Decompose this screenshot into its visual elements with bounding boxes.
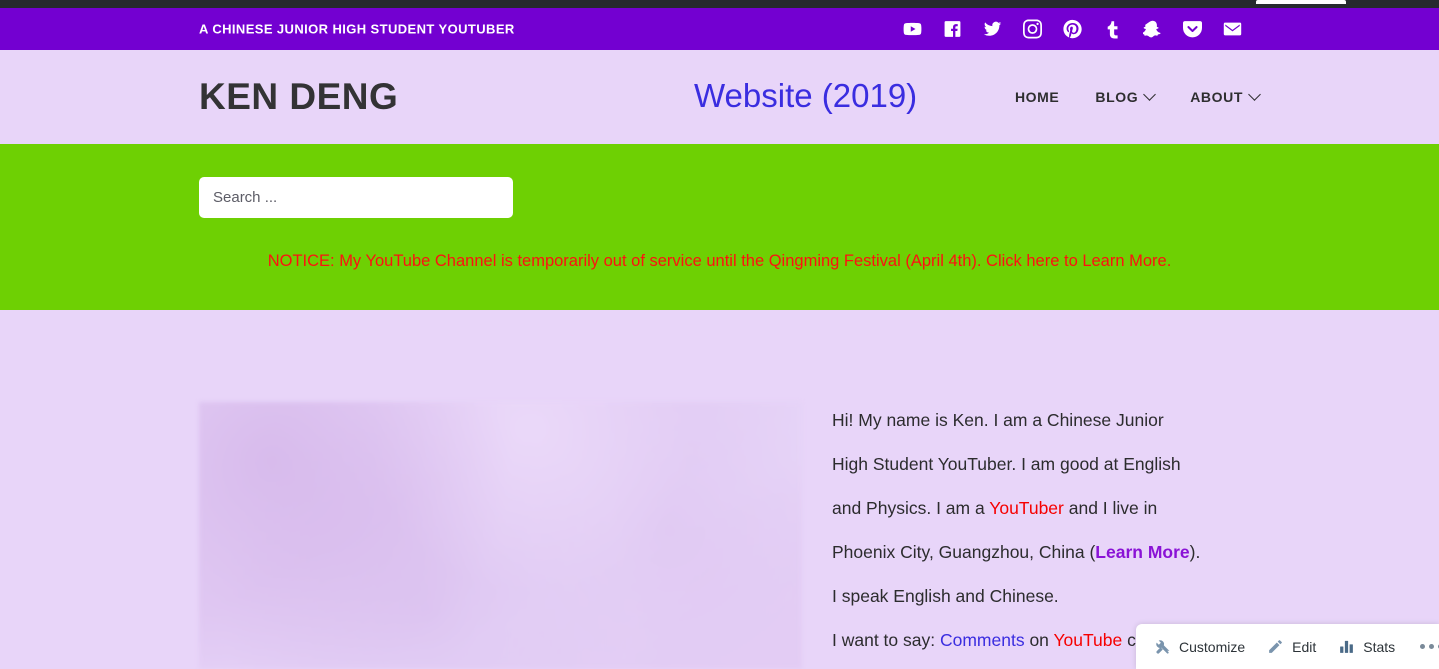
notice-learn-more-link[interactable]: Click here to Learn More. bbox=[986, 252, 1171, 270]
browser-tab-sliver bbox=[1256, 0, 1346, 4]
pocket-icon[interactable] bbox=[1182, 19, 1203, 40]
bio-text-block: Hi! My name is Ken. I am a Chinese Junio… bbox=[832, 398, 1250, 662]
search-form bbox=[199, 177, 513, 218]
bio-line-6-mid: on bbox=[1024, 630, 1054, 650]
bio-line-4-pre: Phoenix City, Guangzhou, China ( bbox=[832, 542, 1096, 562]
edit-button[interactable]: Edit bbox=[1267, 638, 1316, 655]
wordpress-admin-bar: Customize Edit Stats bbox=[1136, 624, 1439, 669]
bio-line-3-pre: and Physics. I am a bbox=[832, 498, 990, 518]
notice-text: NOTICE: My YouTube Channel is temporaril… bbox=[267, 252, 987, 270]
more-options-button[interactable] bbox=[1420, 644, 1439, 649]
chevron-down-icon bbox=[1143, 87, 1157, 101]
bio-line-4-post: ). bbox=[1189, 542, 1201, 562]
bio-line-1: Hi! My name is Ken. I am a Chinese Junio… bbox=[832, 410, 1164, 430]
tumblr-icon[interactable] bbox=[1102, 19, 1123, 40]
facebook-icon[interactable] bbox=[942, 19, 963, 40]
customize-icon bbox=[1154, 638, 1171, 655]
stats-bars-icon bbox=[1338, 638, 1355, 655]
stats-button[interactable]: Stats bbox=[1338, 638, 1395, 655]
bio-line-4: Phoenix City, Guangzhou, China (Learn Mo… bbox=[832, 530, 1250, 574]
site-tagline: A CHINESE JUNIOR HIGH STUDENT YOUTUBER bbox=[199, 21, 515, 37]
youtuber-link[interactable]: YouTuber bbox=[989, 498, 1064, 518]
edit-pencil-icon bbox=[1267, 638, 1284, 655]
stats-label: Stats bbox=[1363, 638, 1396, 655]
bio-line-6-pre: I want to say: bbox=[832, 630, 940, 650]
twitter-icon[interactable] bbox=[982, 19, 1003, 40]
edit-label: Edit bbox=[1292, 638, 1317, 655]
top-social-bar: A CHINESE JUNIOR HIGH STUDENT YOUTUBER bbox=[0, 8, 1439, 50]
notice-banner: NOTICE: My YouTube Channel is temporaril… bbox=[0, 252, 1439, 271]
main-content: Hi! My name is Ken. I am a Chinese Junio… bbox=[0, 310, 1439, 669]
nav-item-blog[interactable]: BLOG bbox=[1095, 87, 1157, 105]
site-header: KEN DENG Website (2019) HOME BLOG ABOUT bbox=[0, 50, 1439, 144]
customize-label: Customize bbox=[1179, 638, 1246, 655]
chevron-down-icon bbox=[1248, 87, 1261, 101]
email-icon[interactable] bbox=[1222, 19, 1243, 40]
hero-image bbox=[199, 402, 802, 669]
search-input[interactable] bbox=[199, 177, 513, 218]
nav-item-about[interactable]: ABOUT bbox=[1190, 87, 1261, 105]
bio-line-3: and Physics. I am a YouTuber and I live … bbox=[832, 486, 1250, 530]
nav-item-blog-label: BLOG bbox=[1095, 89, 1139, 105]
youtube-icon[interactable] bbox=[902, 19, 923, 40]
social-links bbox=[902, 19, 1243, 40]
bio-line-2: High Student YouTuber. I am good at Engl… bbox=[832, 454, 1181, 474]
browser-chrome-strip bbox=[0, 0, 1439, 8]
nav-item-home[interactable]: HOME bbox=[1015, 89, 1059, 105]
site-title[interactable]: KEN DENG bbox=[199, 76, 398, 118]
dot-icon bbox=[1429, 644, 1435, 649]
nav-item-about-label: ABOUT bbox=[1190, 89, 1243, 105]
snapchat-icon[interactable] bbox=[1142, 19, 1163, 40]
nav-item-home-label: HOME bbox=[1014, 89, 1060, 105]
comments-link[interactable]: Comments bbox=[940, 630, 1025, 650]
bio-line-5: I speak English and Chinese. bbox=[832, 586, 1059, 606]
youtube-link[interactable]: YouTube bbox=[1053, 630, 1122, 650]
primary-navigation: HOME BLOG ABOUT bbox=[1015, 87, 1261, 105]
pinterest-icon[interactable] bbox=[1062, 19, 1083, 40]
learn-more-link[interactable]: Learn More bbox=[1095, 542, 1189, 562]
customize-button[interactable]: Customize bbox=[1154, 638, 1245, 655]
instagram-icon[interactable] bbox=[1022, 19, 1043, 40]
search-notice-band: NOTICE: My YouTube Channel is temporaril… bbox=[0, 144, 1439, 310]
site-description: Website (2019) bbox=[694, 77, 918, 115]
bio-line-3-post: and I live in bbox=[1063, 498, 1158, 518]
dot-icon bbox=[1420, 644, 1426, 649]
